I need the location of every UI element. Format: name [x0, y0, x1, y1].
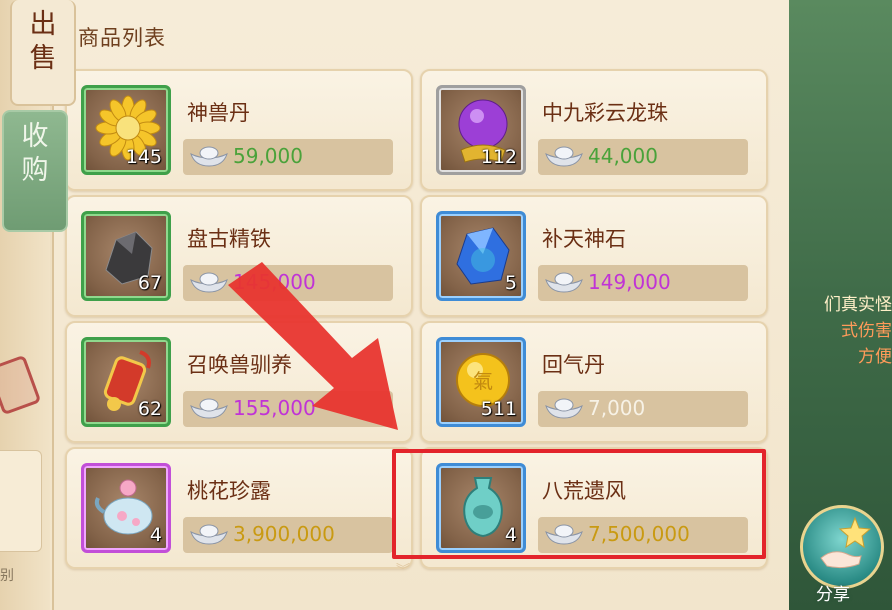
tab-buy[interactable]: 收 购: [2, 110, 68, 232]
left-partial-card[interactable]: [0, 450, 42, 552]
item-quantity: 112: [480, 146, 517, 168]
scroll-down-indicator: ︾: [396, 563, 410, 579]
silver-ingot-icon: [190, 146, 228, 167]
highlight-box: [392, 449, 766, 559]
item-name: 桃花珍露: [187, 479, 271, 503]
item-name: 神兽丹: [187, 101, 250, 125]
side-tip-text: 们真实怪 式伤害 方便: [800, 292, 892, 370]
item-name: 中九彩云龙珠: [542, 101, 668, 125]
side-tip-line3: 方便: [858, 347, 892, 367]
hand-star-icon: [820, 516, 872, 569]
goods-card[interactable]: 145 神兽丹 59,000: [65, 69, 413, 191]
item-thumbnail[interactable]: 氣 511: [436, 337, 526, 427]
item-thumbnail[interactable]: 5: [436, 211, 526, 301]
price-bar: 149,000: [538, 265, 748, 301]
item-quantity: 511: [480, 398, 517, 420]
item-name: 召唤兽驯养: [187, 353, 292, 377]
item-thumbnail[interactable]: 4: [81, 463, 171, 553]
item-quantity: 145: [125, 146, 162, 168]
item-quantity: 67: [137, 272, 162, 294]
side-tip-line2: 式伤害: [841, 321, 892, 341]
share-button[interactable]: [800, 505, 884, 589]
item-price: 3,900,000: [233, 522, 335, 546]
price-bar: 3,900,000: [183, 517, 393, 553]
goods-card[interactable]: 62 召唤兽驯养 155,000: [65, 321, 413, 443]
item-quantity: 62: [137, 398, 162, 420]
price-bar: 7,000: [538, 391, 748, 427]
item-price: 7,000: [588, 396, 646, 420]
item-thumbnail[interactable]: 67: [81, 211, 171, 301]
item-name: 盘古精铁: [187, 227, 271, 251]
goods-card[interactable]: 5 补天神石 149,000: [420, 195, 768, 317]
item-name: 补天神石: [542, 227, 626, 251]
item-quantity: 5: [504, 272, 517, 294]
tab-sell[interactable]: 出 售: [10, 0, 76, 106]
silver-ingot-icon: [545, 398, 583, 419]
side-tip-line1: 们真实怪: [824, 295, 892, 315]
red-frame-decoration: [0, 354, 42, 416]
panel-title: 商品列表: [78, 26, 166, 50]
goods-card[interactable]: 112 中九彩云龙珠 44,000: [420, 69, 768, 191]
share-label: 分享: [816, 585, 850, 605]
silver-ingot-icon: [190, 524, 228, 545]
silver-ingot-icon: [545, 272, 583, 293]
price-bar: 145,000: [183, 265, 393, 301]
item-price: 149,000: [588, 270, 671, 294]
item-thumbnail[interactable]: 145: [81, 85, 171, 175]
price-bar: 44,000: [538, 139, 748, 175]
left-partial-text: 别: [0, 568, 14, 584]
item-thumbnail[interactable]: 112: [436, 85, 526, 175]
goods-card[interactable]: 4 桃花珍露 3,900,000: [65, 447, 413, 569]
item-name: 回气丹: [542, 353, 605, 377]
item-thumbnail[interactable]: 62: [81, 337, 171, 427]
price-bar: 155,000: [183, 391, 393, 427]
silver-ingot-icon: [545, 146, 583, 167]
silver-ingot-icon: [190, 272, 228, 293]
item-price: 145,000: [233, 270, 316, 294]
item-price: 44,000: [588, 144, 658, 168]
item-quantity: 4: [149, 524, 162, 546]
goods-card[interactable]: 67 盘古精铁 145,000: [65, 195, 413, 317]
goods-card[interactable]: 氣 511 回气丹 7,000: [420, 321, 768, 443]
item-price: 59,000: [233, 144, 303, 168]
item-price: 155,000: [233, 396, 316, 420]
price-bar: 59,000: [183, 139, 393, 175]
silver-ingot-icon: [190, 398, 228, 419]
svg-text:氣: 氣: [473, 369, 493, 393]
